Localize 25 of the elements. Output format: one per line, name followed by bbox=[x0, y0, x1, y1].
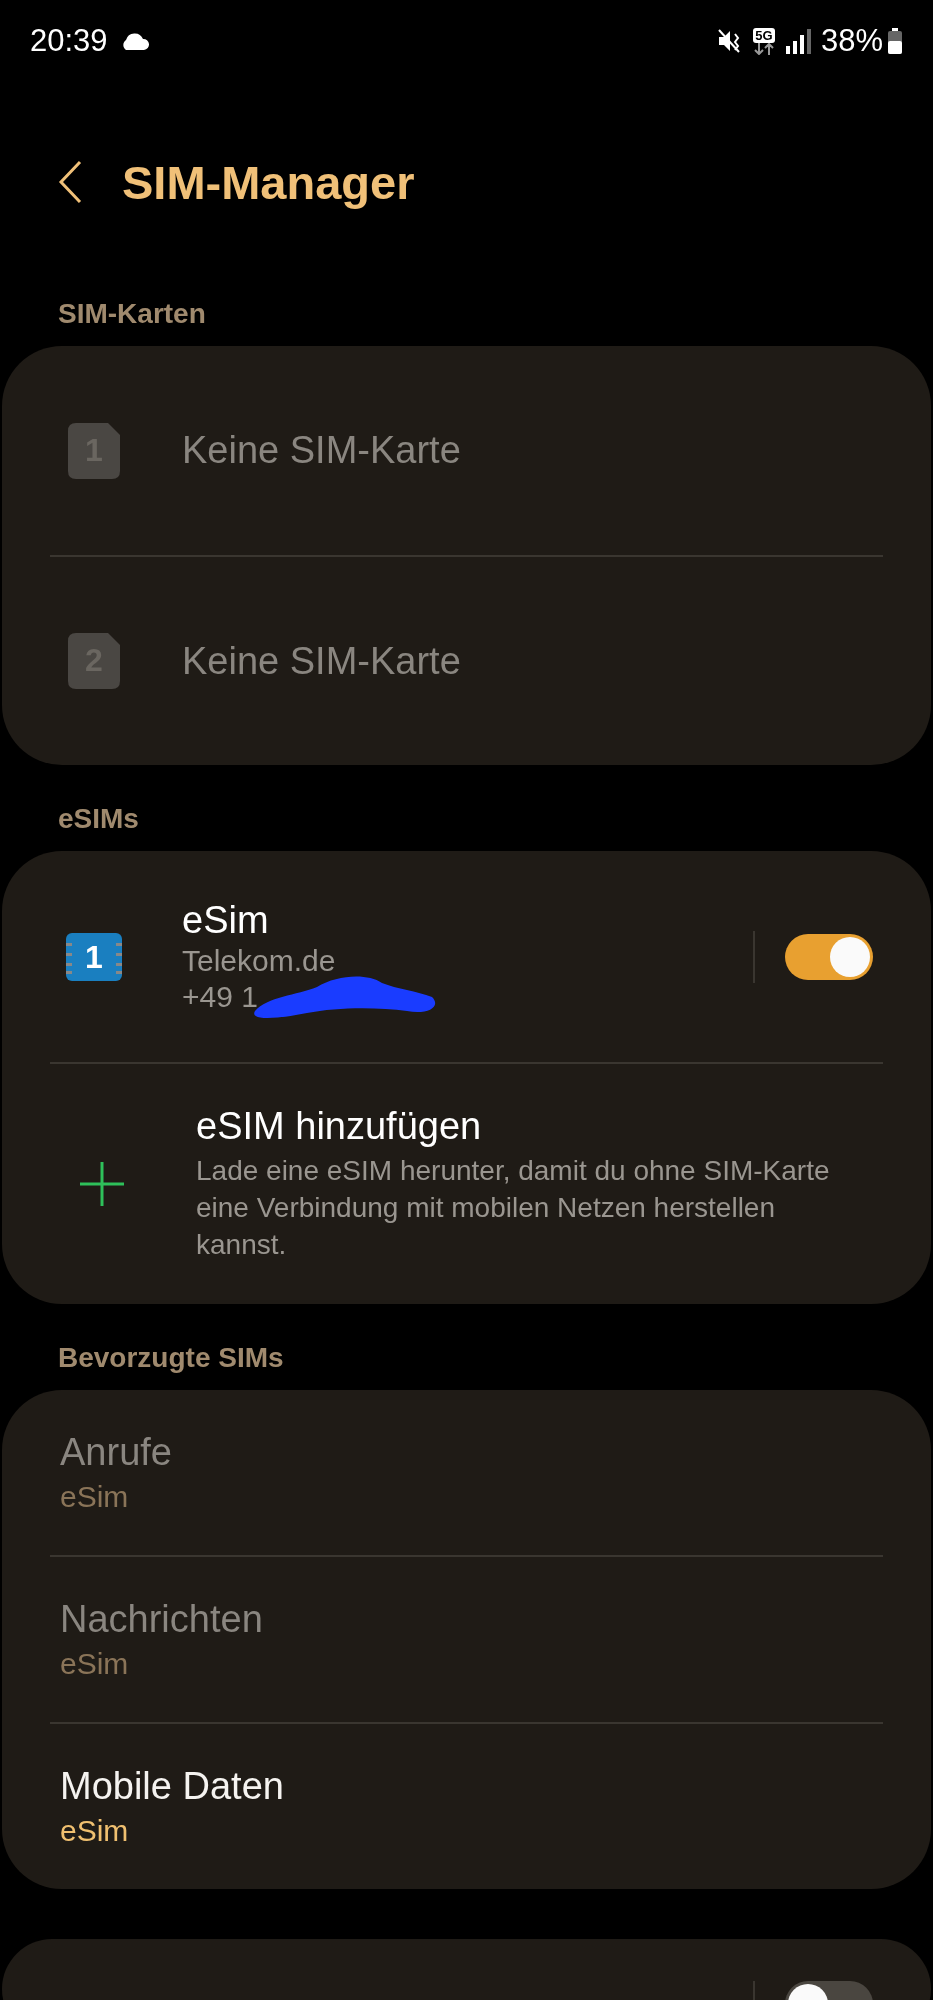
section-heading: eSIMs bbox=[57, 802, 140, 836]
battery-percentage: 38% bbox=[820, 23, 883, 59]
battery-icon bbox=[887, 28, 903, 54]
mute-icon bbox=[716, 28, 743, 54]
sim-card-icon bbox=[68, 633, 120, 689]
sim-label: Keine SIM-Karte bbox=[182, 639, 461, 683]
add-esim-title: eSIM hinzufügen bbox=[196, 1105, 483, 1148]
preferred-sim-item[interactable]: Mobile Daten eSim bbox=[2, 1724, 931, 1889]
esim-carrier: Telekom.de bbox=[182, 944, 337, 978]
status-time: 20:39 bbox=[30, 23, 108, 59]
plus-icon bbox=[80, 1162, 124, 1206]
esim-name: eSim bbox=[182, 899, 270, 942]
back-icon[interactable] bbox=[58, 160, 82, 204]
network-type-label: 5G bbox=[753, 27, 775, 43]
sim-card-icon bbox=[68, 422, 120, 479]
esim-toggle[interactable] bbox=[785, 933, 873, 980]
data-arrows-icon bbox=[752, 42, 775, 55]
section-heading: SIM-Karten bbox=[57, 297, 207, 331]
add-esim-description: Lade eine eSIM herunter, damit du ohne SIM-Karte eine Verbindung mit mobilen Netzen herstellen kannst. bbox=[196, 1154, 831, 1262]
sim-label: Keine SIM-Karte bbox=[182, 429, 461, 472]
esim-number: +49 1 bbox=[182, 980, 258, 1014]
section-heading: Bevorzugte SIMs bbox=[57, 1341, 285, 1375]
esim-chip-icon: 1 bbox=[66, 932, 122, 981]
signal-icon bbox=[784, 28, 811, 54]
page-title: SIM-Manager bbox=[122, 154, 415, 210]
